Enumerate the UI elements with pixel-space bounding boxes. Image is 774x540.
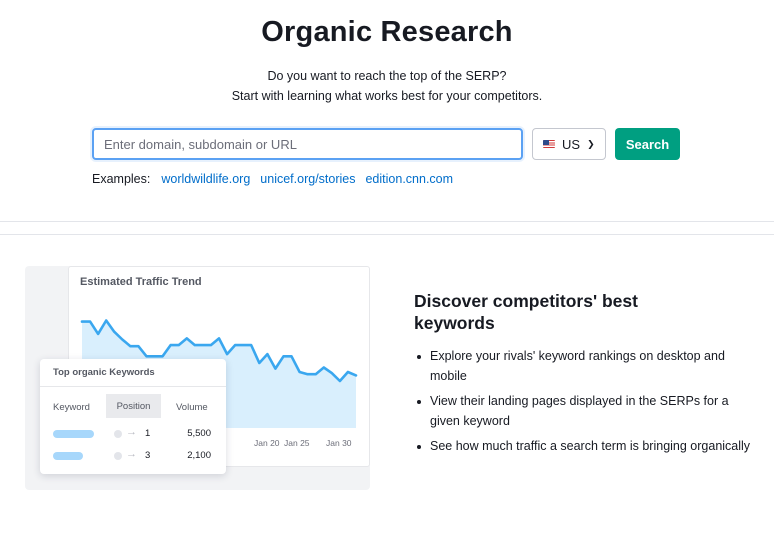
x-label-jan25: Jan 25 bbox=[284, 438, 310, 448]
subtitle-line-1: Do you want to reach the top of the SERP… bbox=[267, 69, 507, 83]
feature-title: Discover competitors' best keywords bbox=[414, 291, 638, 333]
country-select[interactable]: US ❯ bbox=[532, 128, 606, 160]
position-dot-icon bbox=[114, 430, 122, 438]
top-keywords-card: Top organic Keywords Keyword Position Vo… bbox=[40, 359, 226, 474]
x-label-jan30: Jan 30 bbox=[326, 438, 352, 448]
top-keywords-title: Top organic Keywords bbox=[53, 367, 155, 378]
arrow-right-icon: → bbox=[126, 426, 137, 438]
examples-row: Examples: worldwildlife.org unicef.org/s… bbox=[92, 172, 453, 186]
example-link-cnn[interactable]: edition.cnn.com bbox=[365, 172, 453, 186]
traffic-trend-title: Estimated Traffic Trend bbox=[80, 276, 202, 288]
position-column-header: Position bbox=[106, 394, 161, 418]
keyword-placeholder-bar bbox=[53, 452, 83, 460]
country-select-value: US bbox=[562, 136, 581, 152]
examples-label: Examples: bbox=[92, 172, 151, 186]
us-flag-icon bbox=[543, 140, 555, 148]
example-link-unicef[interactable]: unicef.org/stories bbox=[260, 172, 355, 186]
feature-bullet-list: Explore your rivals' keyword rankings on… bbox=[416, 347, 751, 463]
volume-column-header: Volume bbox=[176, 402, 208, 413]
search-button[interactable]: Search bbox=[615, 128, 680, 160]
feature-bullet: Explore your rivals' keyword rankings on… bbox=[416, 347, 751, 386]
keyword-volume: 5,500 bbox=[187, 428, 211, 439]
example-link-worldwildlife[interactable]: worldwildlife.org bbox=[161, 172, 250, 186]
keyword-position: 3 bbox=[145, 450, 151, 461]
divider bbox=[40, 386, 226, 387]
keyword-volume: 2,100 bbox=[187, 450, 211, 461]
feature-bullet: See how much traffic a search term is br… bbox=[416, 437, 751, 457]
arrow-right-icon: → bbox=[126, 448, 137, 460]
page-title: Organic Research bbox=[261, 16, 513, 48]
keyword-placeholder-bar bbox=[53, 430, 94, 438]
subtitle-line-2: Start with learning what works best for … bbox=[231, 89, 543, 103]
domain-search-input[interactable] bbox=[92, 128, 523, 160]
keyword-position: 1 bbox=[145, 428, 151, 439]
hero-section: Organic Research Do you want to reach th… bbox=[0, 0, 774, 222]
chevron-down-icon: ❯ bbox=[587, 138, 595, 149]
position-dot-icon bbox=[114, 452, 122, 460]
feature-bullet: View their landing pages displayed in th… bbox=[416, 392, 751, 431]
x-label-jan20: Jan 20 bbox=[254, 438, 280, 448]
page-subtitle: Do you want to reach the top of the SERP… bbox=[0, 66, 774, 106]
keyword-column-header: Keyword bbox=[53, 402, 90, 413]
